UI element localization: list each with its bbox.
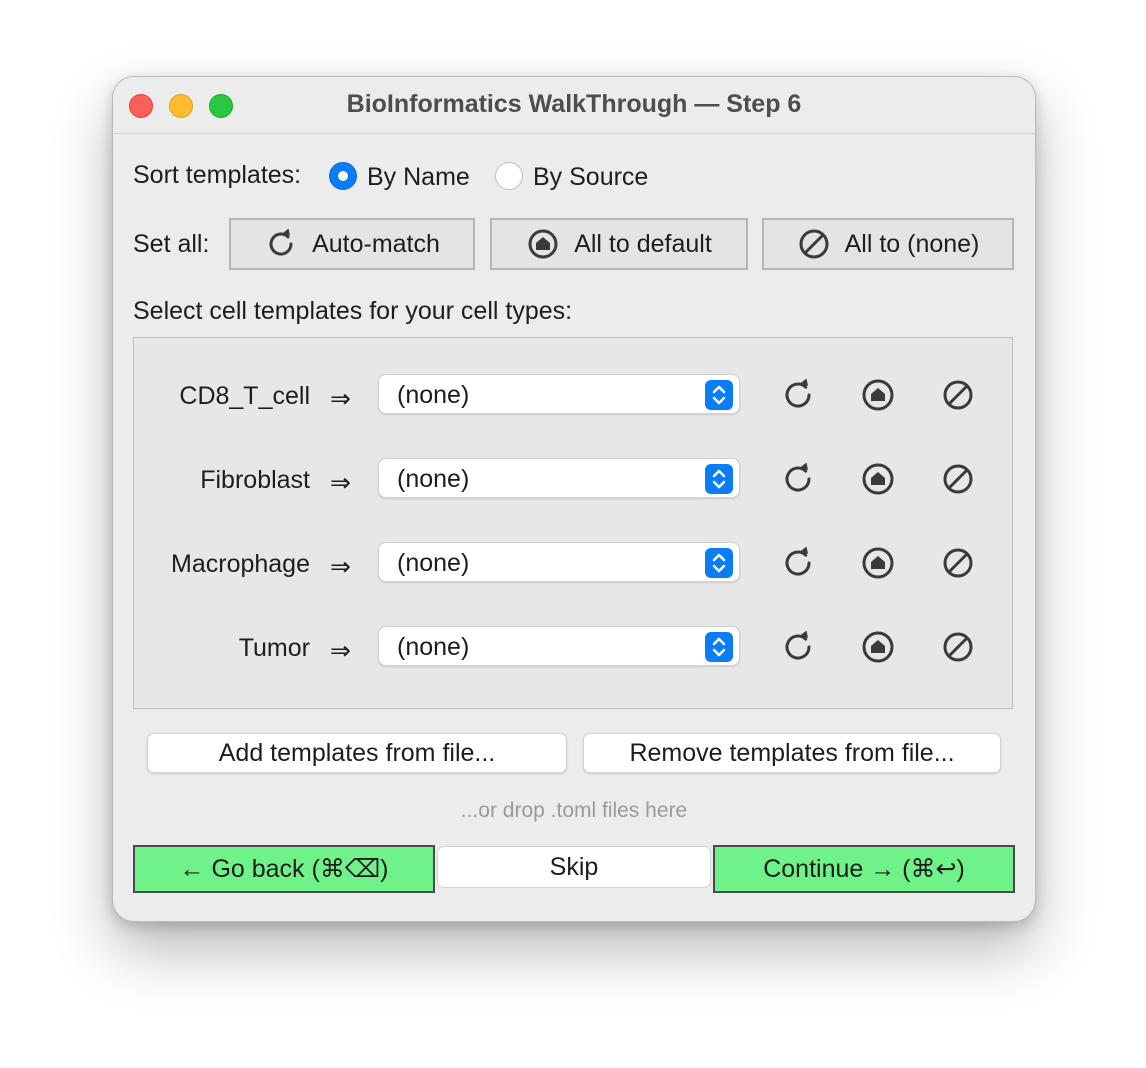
template-select[interactable]: (none)	[378, 542, 740, 582]
template-select[interactable]: (none)	[378, 626, 740, 666]
title-bar[interactable]: BioInformatics WalkThrough — Step 6	[113, 77, 1035, 134]
set-all-label: Set all:	[133, 230, 210, 258]
row-auto-match-refresh-icon[interactable]	[780, 377, 816, 413]
all-to-default-button[interactable]: All to default	[490, 218, 748, 270]
all-to-none-label: All to (none)	[844, 229, 980, 258]
cell-type-label: Fibroblast	[200, 466, 310, 494]
all-to-default-label: All to default	[574, 229, 712, 258]
cell-type-label: Macrophage	[171, 550, 310, 578]
remove-templates-button[interactable]: Remove templates from file...	[583, 733, 1001, 773]
template-select-value: (none)	[397, 549, 470, 577]
cell-type-label: CD8_T_cell	[179, 382, 310, 410]
mapping-arrow: ⇒	[330, 637, 351, 665]
row-default-home-target-icon[interactable]	[860, 461, 896, 497]
auto-match-button[interactable]: Auto-match	[229, 218, 475, 270]
no-entry-icon	[797, 227, 831, 261]
mapping-arrow: ⇒	[330, 385, 351, 413]
row-auto-match-refresh-icon[interactable]	[780, 545, 816, 581]
row-none-no-entry-icon[interactable]	[940, 629, 976, 665]
skip-button[interactable]: Skip	[437, 846, 711, 888]
chevron-up-down-icon	[705, 380, 733, 410]
row-none-no-entry-icon[interactable]	[940, 377, 976, 413]
add-templates-button[interactable]: Add templates from file...	[147, 733, 567, 773]
template-select-value: (none)	[397, 465, 470, 493]
row-default-home-target-icon[interactable]	[860, 629, 896, 665]
cell-type-label: Tumor	[238, 634, 310, 662]
refresh-icon	[264, 227, 298, 261]
sort-by-name-radio[interactable]	[329, 162, 357, 190]
template-select-value: (none)	[397, 633, 470, 661]
window-title: BioInformatics WalkThrough — Step 6	[346, 90, 802, 118]
drop-zone-hint[interactable]: ...or drop .toml files here	[113, 799, 1035, 823]
mapping-arrow: ⇒	[330, 553, 351, 581]
select-templates-label: Select cell templates for your cell type…	[133, 297, 573, 325]
template-select-value: (none)	[397, 381, 470, 409]
sort-templates-label: Sort templates:	[133, 161, 302, 189]
auto-match-label: Auto-match	[312, 229, 440, 258]
go-back-button[interactable]: ← Go back (⌘⌫)	[133, 845, 435, 893]
all-to-none-button[interactable]: All to (none)	[762, 218, 1014, 270]
cell-templates-panel: CD8_T_cell ⇒ (none) Fibroblast ⇒ (none)	[133, 337, 1013, 709]
sort-by-source-radio[interactable]	[495, 162, 523, 190]
row-auto-match-refresh-icon[interactable]	[780, 629, 816, 665]
chevron-up-down-icon	[705, 464, 733, 494]
row-default-home-target-icon[interactable]	[860, 545, 896, 581]
template-select[interactable]: (none)	[378, 374, 740, 414]
sort-by-name-label[interactable]: By Name	[367, 163, 470, 192]
home-target-icon	[526, 227, 560, 261]
walkthrough-window: BioInformatics WalkThrough — Step 6 Sort…	[112, 76, 1036, 922]
mapping-arrow: ⇒	[330, 469, 351, 497]
row-none-no-entry-icon[interactable]	[940, 545, 976, 581]
row-default-home-target-icon[interactable]	[860, 377, 896, 413]
sort-by-source-label[interactable]: By Source	[533, 163, 648, 192]
row-none-no-entry-icon[interactable]	[940, 461, 976, 497]
continue-button[interactable]: Continue → (⌘↩)	[713, 845, 1015, 893]
chevron-up-down-icon	[705, 548, 733, 578]
chevron-up-down-icon	[705, 632, 733, 662]
row-auto-match-refresh-icon[interactable]	[780, 461, 816, 497]
template-select[interactable]: (none)	[378, 458, 740, 498]
